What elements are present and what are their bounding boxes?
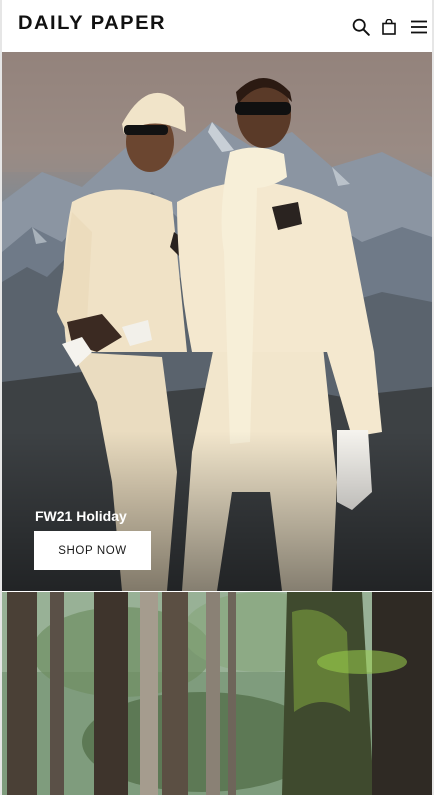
hero-banner[interactable]: FW21 Holiday SHOP NOW [2, 52, 432, 591]
brand-logo[interactable]: DAILY PAPER [18, 13, 166, 35]
shop-now-button[interactable]: SHOP NOW [34, 531, 151, 570]
menu-icon[interactable] [409, 17, 429, 37]
hero-title: FW21 Holiday [35, 508, 127, 524]
secondary-banner[interactable] [2, 592, 432, 795]
forest-image [2, 592, 432, 795]
bag-icon[interactable] [379, 17, 399, 37]
search-icon[interactable] [351, 17, 371, 37]
frame-edge-left [0, 52, 2, 795]
site-header: DAILY PAPER [0, 0, 434, 52]
page: DAILY PAPER FW21 Holiday SHOP NOW [0, 0, 434, 795]
